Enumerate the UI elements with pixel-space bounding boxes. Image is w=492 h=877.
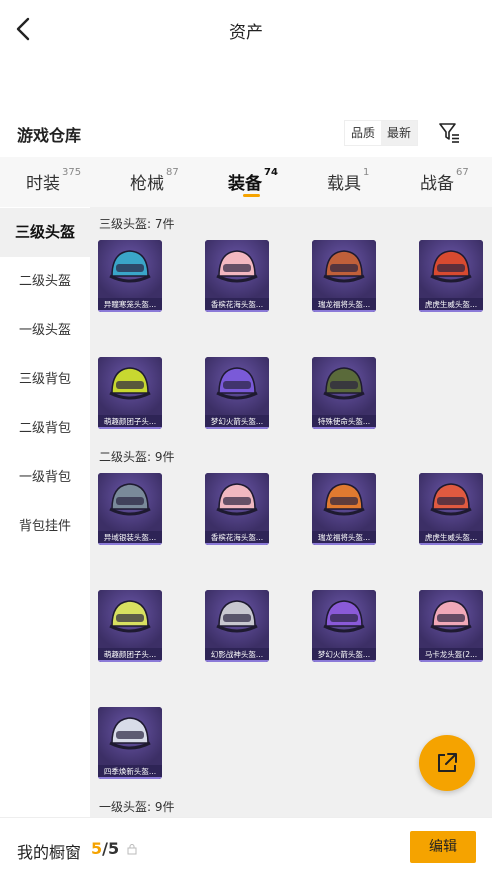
helmet-item-card[interactable]: 香槟花海头盔... xyxy=(205,240,269,312)
helmet-icon xyxy=(430,250,472,283)
helmet-icon xyxy=(216,367,258,400)
helmet-icon xyxy=(109,717,151,750)
tab-count: 74 xyxy=(264,167,278,178)
helmet-item-card[interactable]: 异域银装头盔... xyxy=(98,473,162,545)
sidebar-item-level1-helmet[interactable]: 一级头盔 xyxy=(0,306,90,355)
helmet-item-card[interactable]: 幻影战神头盔... xyxy=(205,590,269,662)
helmet-item-card[interactable]: 马卡龙头盔(2... xyxy=(419,590,483,662)
sort-latest-option[interactable]: 最新 xyxy=(381,121,417,145)
sort-toggle: 品质 最新 xyxy=(344,120,418,146)
showcase-bar: 我的橱窗 5/5 编辑 xyxy=(0,817,492,877)
rarity-strip xyxy=(98,777,162,779)
top-bar: 资产 xyxy=(0,0,492,58)
edit-button[interactable]: 编辑 xyxy=(410,831,476,863)
tab-count: 1 xyxy=(363,167,370,178)
helmet-item-card[interactable]: 四季焕新头盔... xyxy=(98,707,162,779)
helmet-icon xyxy=(323,250,365,283)
section-header: 二级头盔: 9件 xyxy=(99,450,175,464)
sidebar-item-level3-helmet[interactable]: 三级头盔 xyxy=(0,208,90,257)
helmet-icon xyxy=(109,250,151,283)
sidebar-item-level3-backpack[interactable]: 三级背包 xyxy=(0,355,90,404)
sidebar-item-backpack-charm[interactable]: 背包挂件 xyxy=(0,502,90,551)
tab-guns[interactable]: 枪械87 xyxy=(130,167,179,194)
helmet-icon xyxy=(323,367,365,400)
lock-icon xyxy=(127,844,137,855)
section-header: 一级头盔: 9件 xyxy=(99,800,175,814)
rarity-strip xyxy=(98,427,162,429)
showcase-count: 5/5 xyxy=(91,839,120,858)
helmet-item-card[interactable]: 香槟花海头盔... xyxy=(205,473,269,545)
rarity-strip xyxy=(312,543,376,545)
helmet-icon xyxy=(216,600,258,633)
rarity-strip xyxy=(419,310,483,312)
helmet-item-card[interactable]: 梦幻火箭头盔... xyxy=(312,590,376,662)
helmet-item-card[interactable]: 萌趣颜团子头... xyxy=(98,357,162,429)
helmet-icon xyxy=(109,483,151,516)
helmet-item-card[interactable]: 瑞龙福将头盔... xyxy=(312,240,376,312)
rarity-strip xyxy=(419,660,483,662)
helmet-item-card[interactable]: 虎虎生威头盔... xyxy=(419,473,483,545)
rarity-strip xyxy=(312,660,376,662)
filter-icon[interactable] xyxy=(437,120,461,144)
rarity-strip xyxy=(312,310,376,312)
helmet-icon xyxy=(109,367,151,400)
helmet-item-card[interactable]: 虎虎生威头盔... xyxy=(419,240,483,312)
showcase-label: 我的橱窗 xyxy=(17,843,82,862)
helmet-icon xyxy=(430,483,472,516)
helmet-item-card[interactable]: 梦幻火箭头盔... xyxy=(205,357,269,429)
rarity-strip xyxy=(419,543,483,545)
helmet-icon xyxy=(109,600,151,633)
page-title: 资产 xyxy=(229,23,263,43)
rarity-strip xyxy=(98,543,162,545)
section-header: 三级头盔: 7件 xyxy=(99,217,175,231)
rarity-strip xyxy=(98,310,162,312)
tab-fashion[interactable]: 时装375 xyxy=(26,167,82,194)
rarity-strip xyxy=(312,427,376,429)
rarity-strip xyxy=(98,660,162,662)
helmet-icon xyxy=(323,600,365,633)
active-tab-indicator xyxy=(243,194,260,197)
tab-count: 67 xyxy=(456,167,469,178)
rarity-strip xyxy=(205,310,269,312)
helmet-item-card[interactable]: 瑞龙福将头盔... xyxy=(312,473,376,545)
tab-count: 87 xyxy=(166,167,179,178)
rarity-strip xyxy=(205,543,269,545)
rarity-strip xyxy=(205,660,269,662)
subcategory-sidebar: 三级头盔 二级头盔 一级头盔 三级背包 二级背包 一级背包 背包挂件 xyxy=(0,207,90,876)
sort-quality-option[interactable]: 品质 xyxy=(345,121,381,145)
tab-count: 375 xyxy=(62,167,82,178)
helmet-icon xyxy=(430,600,472,633)
tab-vehicles[interactable]: 载具1 xyxy=(327,167,370,194)
sidebar-item-level2-helmet[interactable]: 二级头盔 xyxy=(0,257,90,306)
helmet-icon xyxy=(323,483,365,516)
share-fab-button[interactable] xyxy=(419,735,475,791)
warehouse-title: 游戏仓库 xyxy=(17,126,82,145)
helmet-item-card[interactable]: 萌趣颜团子头... xyxy=(98,590,162,662)
tab-equipment[interactable]: 装备74 xyxy=(228,167,278,194)
category-tabs: 时装375 枪械87 装备74 载具1 战备67 xyxy=(0,157,492,207)
helmet-item-card[interactable]: 异瞳寒笼头盔... xyxy=(98,240,162,312)
helmet-icon xyxy=(216,483,258,516)
tab-gear[interactable]: 战备67 xyxy=(420,167,469,194)
external-link-icon xyxy=(438,753,457,772)
rarity-strip xyxy=(205,427,269,429)
helmet-item-card[interactable]: 特殊使命头盔... xyxy=(312,357,376,429)
sidebar-item-level1-backpack[interactable]: 一级背包 xyxy=(0,453,90,502)
sidebar-item-level2-backpack[interactable]: 二级背包 xyxy=(0,404,90,453)
helmet-icon xyxy=(216,250,258,283)
